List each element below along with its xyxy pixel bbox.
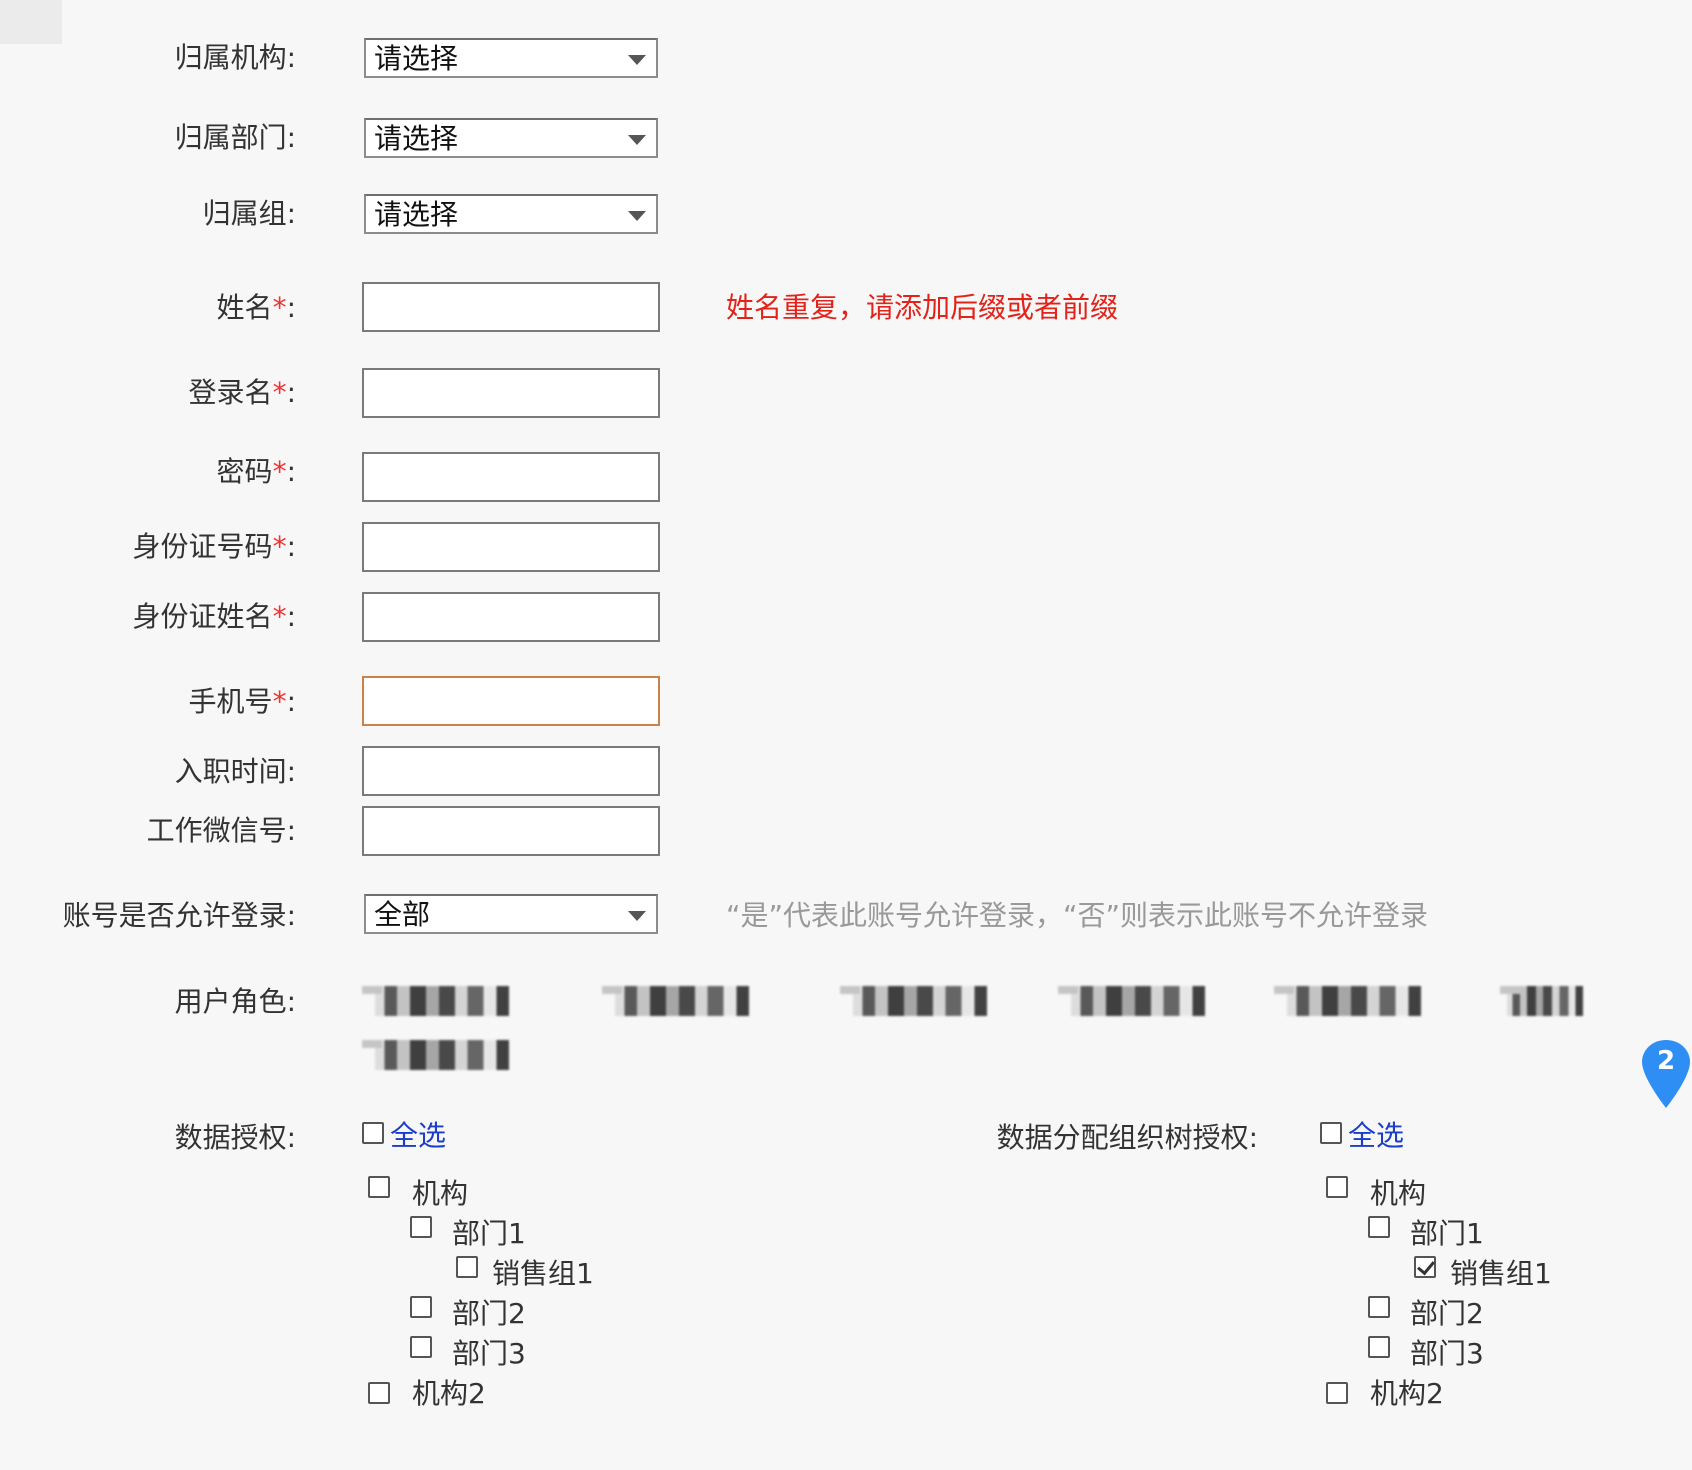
wechat-input[interactable] [362, 806, 660, 856]
data-auth-tree-checkbox-3[interactable] [410, 1296, 432, 1318]
tree-auth-tree-label-5: 机构2 [1370, 1377, 1444, 1410]
joindate-input[interactable] [362, 746, 660, 796]
data-auth-tree-label-4: 部门3 [452, 1337, 526, 1370]
roles-label: 用户角色: [174, 985, 296, 1018]
data-auth-select-all-link[interactable]: 全选 [390, 1118, 446, 1154]
caret-down-icon [628, 55, 646, 65]
data-auth-tree-label-5: 机构2 [412, 1377, 486, 1410]
data-auth-tree-checkbox-5[interactable] [368, 1382, 390, 1404]
dept-label: 归属部门: [174, 121, 296, 154]
caret-down-icon [628, 135, 646, 145]
data-auth-tree-label-1: 部门1 [452, 1217, 526, 1250]
tree-auth-select-all-link[interactable]: 全选 [1348, 1118, 1404, 1154]
role-option-blurred[interactable] [1274, 986, 1434, 1016]
data-auth-tree-checkbox-2[interactable] [456, 1256, 478, 1278]
org-label: 归属机构: [174, 41, 296, 74]
allow-login-select[interactable]: 全部 [364, 894, 658, 934]
tree-auth-tree-checkbox-1[interactable] [1368, 1216, 1390, 1238]
role-option-blurred[interactable] [362, 1040, 522, 1070]
login-input[interactable] [362, 368, 660, 418]
idnum-label: 身份证号码*: [132, 530, 296, 563]
role-option-blurred[interactable] [362, 986, 522, 1016]
role-option-blurred[interactable] [840, 986, 1000, 1016]
dept-select[interactable]: 请选择 [364, 118, 658, 158]
caret-down-icon [628, 211, 646, 221]
data-auth-select-all-checkbox[interactable] [362, 1122, 384, 1144]
tree-auth-tree-checkbox-4[interactable] [1368, 1336, 1390, 1358]
password-input[interactable] [362, 452, 660, 502]
joindate-label: 入职时间: [174, 755, 296, 788]
data-auth-label: 数据授权: [174, 1121, 296, 1154]
role-option-blurred[interactable] [1500, 986, 1590, 1016]
tree-auth-tree-label-2: 销售组1 [1450, 1257, 1552, 1290]
tree-auth-tree-label-1: 部门1 [1410, 1217, 1484, 1250]
badge-count: 2 [1656, 1046, 1676, 1076]
tree-auth-tree-checkbox-5[interactable] [1326, 1382, 1348, 1404]
role-option-blurred[interactable] [602, 986, 762, 1016]
corner-tab [0, 0, 62, 44]
tree-auth-tree-checkbox-0[interactable] [1326, 1176, 1348, 1198]
idname-label: 身份证姓名*: [132, 600, 296, 633]
phone-label: 手机号*: [188, 685, 296, 718]
tree-auth-tree-label-4: 部门3 [1410, 1337, 1484, 1370]
group-label: 归属组: [202, 197, 296, 230]
data-auth-tree-label-3: 部门2 [452, 1297, 526, 1330]
tree-auth-tree-checkbox-2[interactable] [1414, 1256, 1436, 1278]
tree-auth-tree-label-0: 机构 [1370, 1177, 1427, 1210]
org-select-value: 请选择 [374, 42, 459, 75]
group-select[interactable]: 请选择 [364, 194, 658, 234]
password-label: 密码*: [216, 455, 296, 488]
idnum-input[interactable] [362, 522, 660, 572]
data-auth-tree-checkbox-4[interactable] [410, 1336, 432, 1358]
name-error-message: 姓名重复，请添加后缀或者前缀 [726, 291, 1119, 324]
tree-auth-label: 数据分配组织树授权: [996, 1121, 1258, 1154]
role-option-blurred[interactable] [1058, 986, 1218, 1016]
data-auth-tree-checkbox-0[interactable] [368, 1176, 390, 1198]
data-auth-tree-checkbox-1[interactable] [410, 1216, 432, 1238]
tree-auth-tree-checkbox-3[interactable] [1368, 1296, 1390, 1318]
dept-select-value: 请选择 [374, 122, 459, 155]
org-select[interactable]: 请选择 [364, 38, 658, 78]
data-auth-tree-label-0: 机构 [412, 1177, 469, 1210]
allow-login-label: 账号是否允许登录: [62, 899, 296, 932]
login-label: 登录名*: [188, 376, 296, 409]
name-label: 姓名*: [216, 291, 296, 324]
name-input[interactable] [362, 282, 660, 332]
tree-auth-tree-label-3: 部门2 [1410, 1297, 1484, 1330]
idname-input[interactable] [362, 592, 660, 642]
group-select-value: 请选择 [374, 198, 459, 231]
phone-input[interactable] [362, 676, 660, 726]
allow-login-value: 全部 [374, 898, 431, 931]
data-auth-tree-label-2: 销售组1 [492, 1257, 594, 1290]
wechat-label: 工作微信号: [146, 814, 296, 847]
caret-down-icon [628, 911, 646, 921]
allow-login-hint: “是”代表此账号允许登录，“否”则表示此账号不允许登录 [726, 899, 1429, 932]
notification-badge[interactable]: 2 [1640, 1038, 1692, 1110]
tree-auth-select-all-checkbox[interactable] [1320, 1122, 1342, 1144]
